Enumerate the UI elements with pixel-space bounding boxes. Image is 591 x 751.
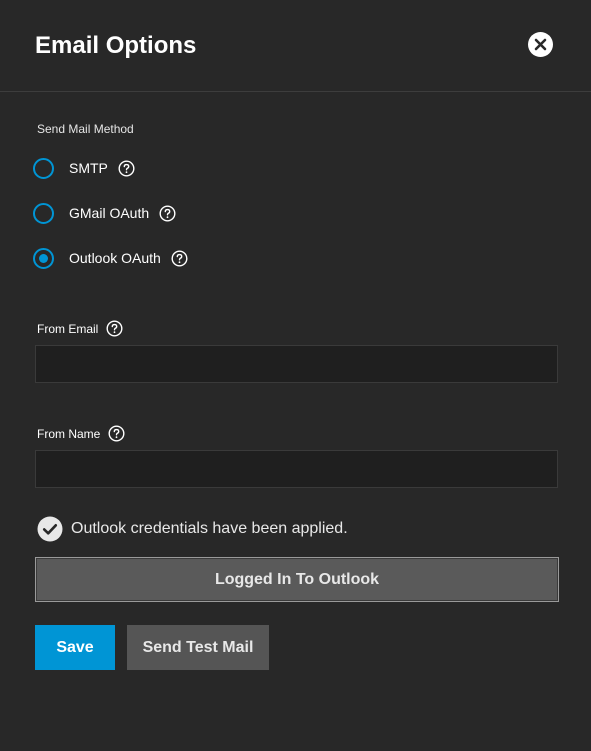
radio-label-smtp: SMTP [69, 160, 108, 176]
help-icon[interactable] [171, 249, 188, 267]
help-icon[interactable] [118, 159, 135, 177]
from-name-label-text: From Name [37, 426, 101, 441]
radio-option-outlook-oauth[interactable]: Outlook OAuth [33, 245, 188, 271]
close-button[interactable] [528, 32, 553, 57]
from-email-input[interactable] [35, 345, 558, 383]
radio-label-outlook-oauth: Outlook OAuth [69, 250, 161, 266]
radio-button-smtp[interactable] [33, 157, 54, 179]
send-test-mail-button[interactable]: Send Test Mail [127, 625, 269, 670]
check-circle-icon [37, 516, 63, 542]
from-name-input[interactable] [35, 450, 558, 488]
radio-button-outlook-oauth[interactable] [33, 247, 54, 269]
logged-in-outlook-button[interactable]: Logged In To Outlook [35, 557, 559, 602]
from-email-label: From Email [37, 320, 123, 337]
close-icon [534, 38, 547, 51]
from-name-label: From Name [37, 425, 125, 442]
credentials-status: Outlook credentials have been applied. [37, 516, 348, 542]
radio-button-gmail-oauth[interactable] [33, 202, 54, 224]
help-icon[interactable] [159, 204, 176, 222]
email-options-dialog: Email Options Send Mail Method SMTP GMai… [0, 0, 591, 751]
dialog-header: Email Options [0, 0, 591, 92]
radio-option-gmail-oauth[interactable]: GMail OAuth [33, 200, 176, 226]
dialog-title: Email Options [35, 32, 197, 59]
save-button[interactable]: Save [35, 625, 115, 670]
send-mail-method-label: Send Mail Method [37, 122, 134, 136]
help-icon[interactable] [108, 425, 125, 442]
status-text: Outlook credentials have been applied. [71, 520, 348, 537]
help-icon[interactable] [106, 320, 123, 337]
radio-option-smtp[interactable]: SMTP [33, 155, 135, 181]
radio-label-gmail-oauth: GMail OAuth [69, 205, 150, 221]
from-email-label-text: From Email [37, 321, 99, 336]
